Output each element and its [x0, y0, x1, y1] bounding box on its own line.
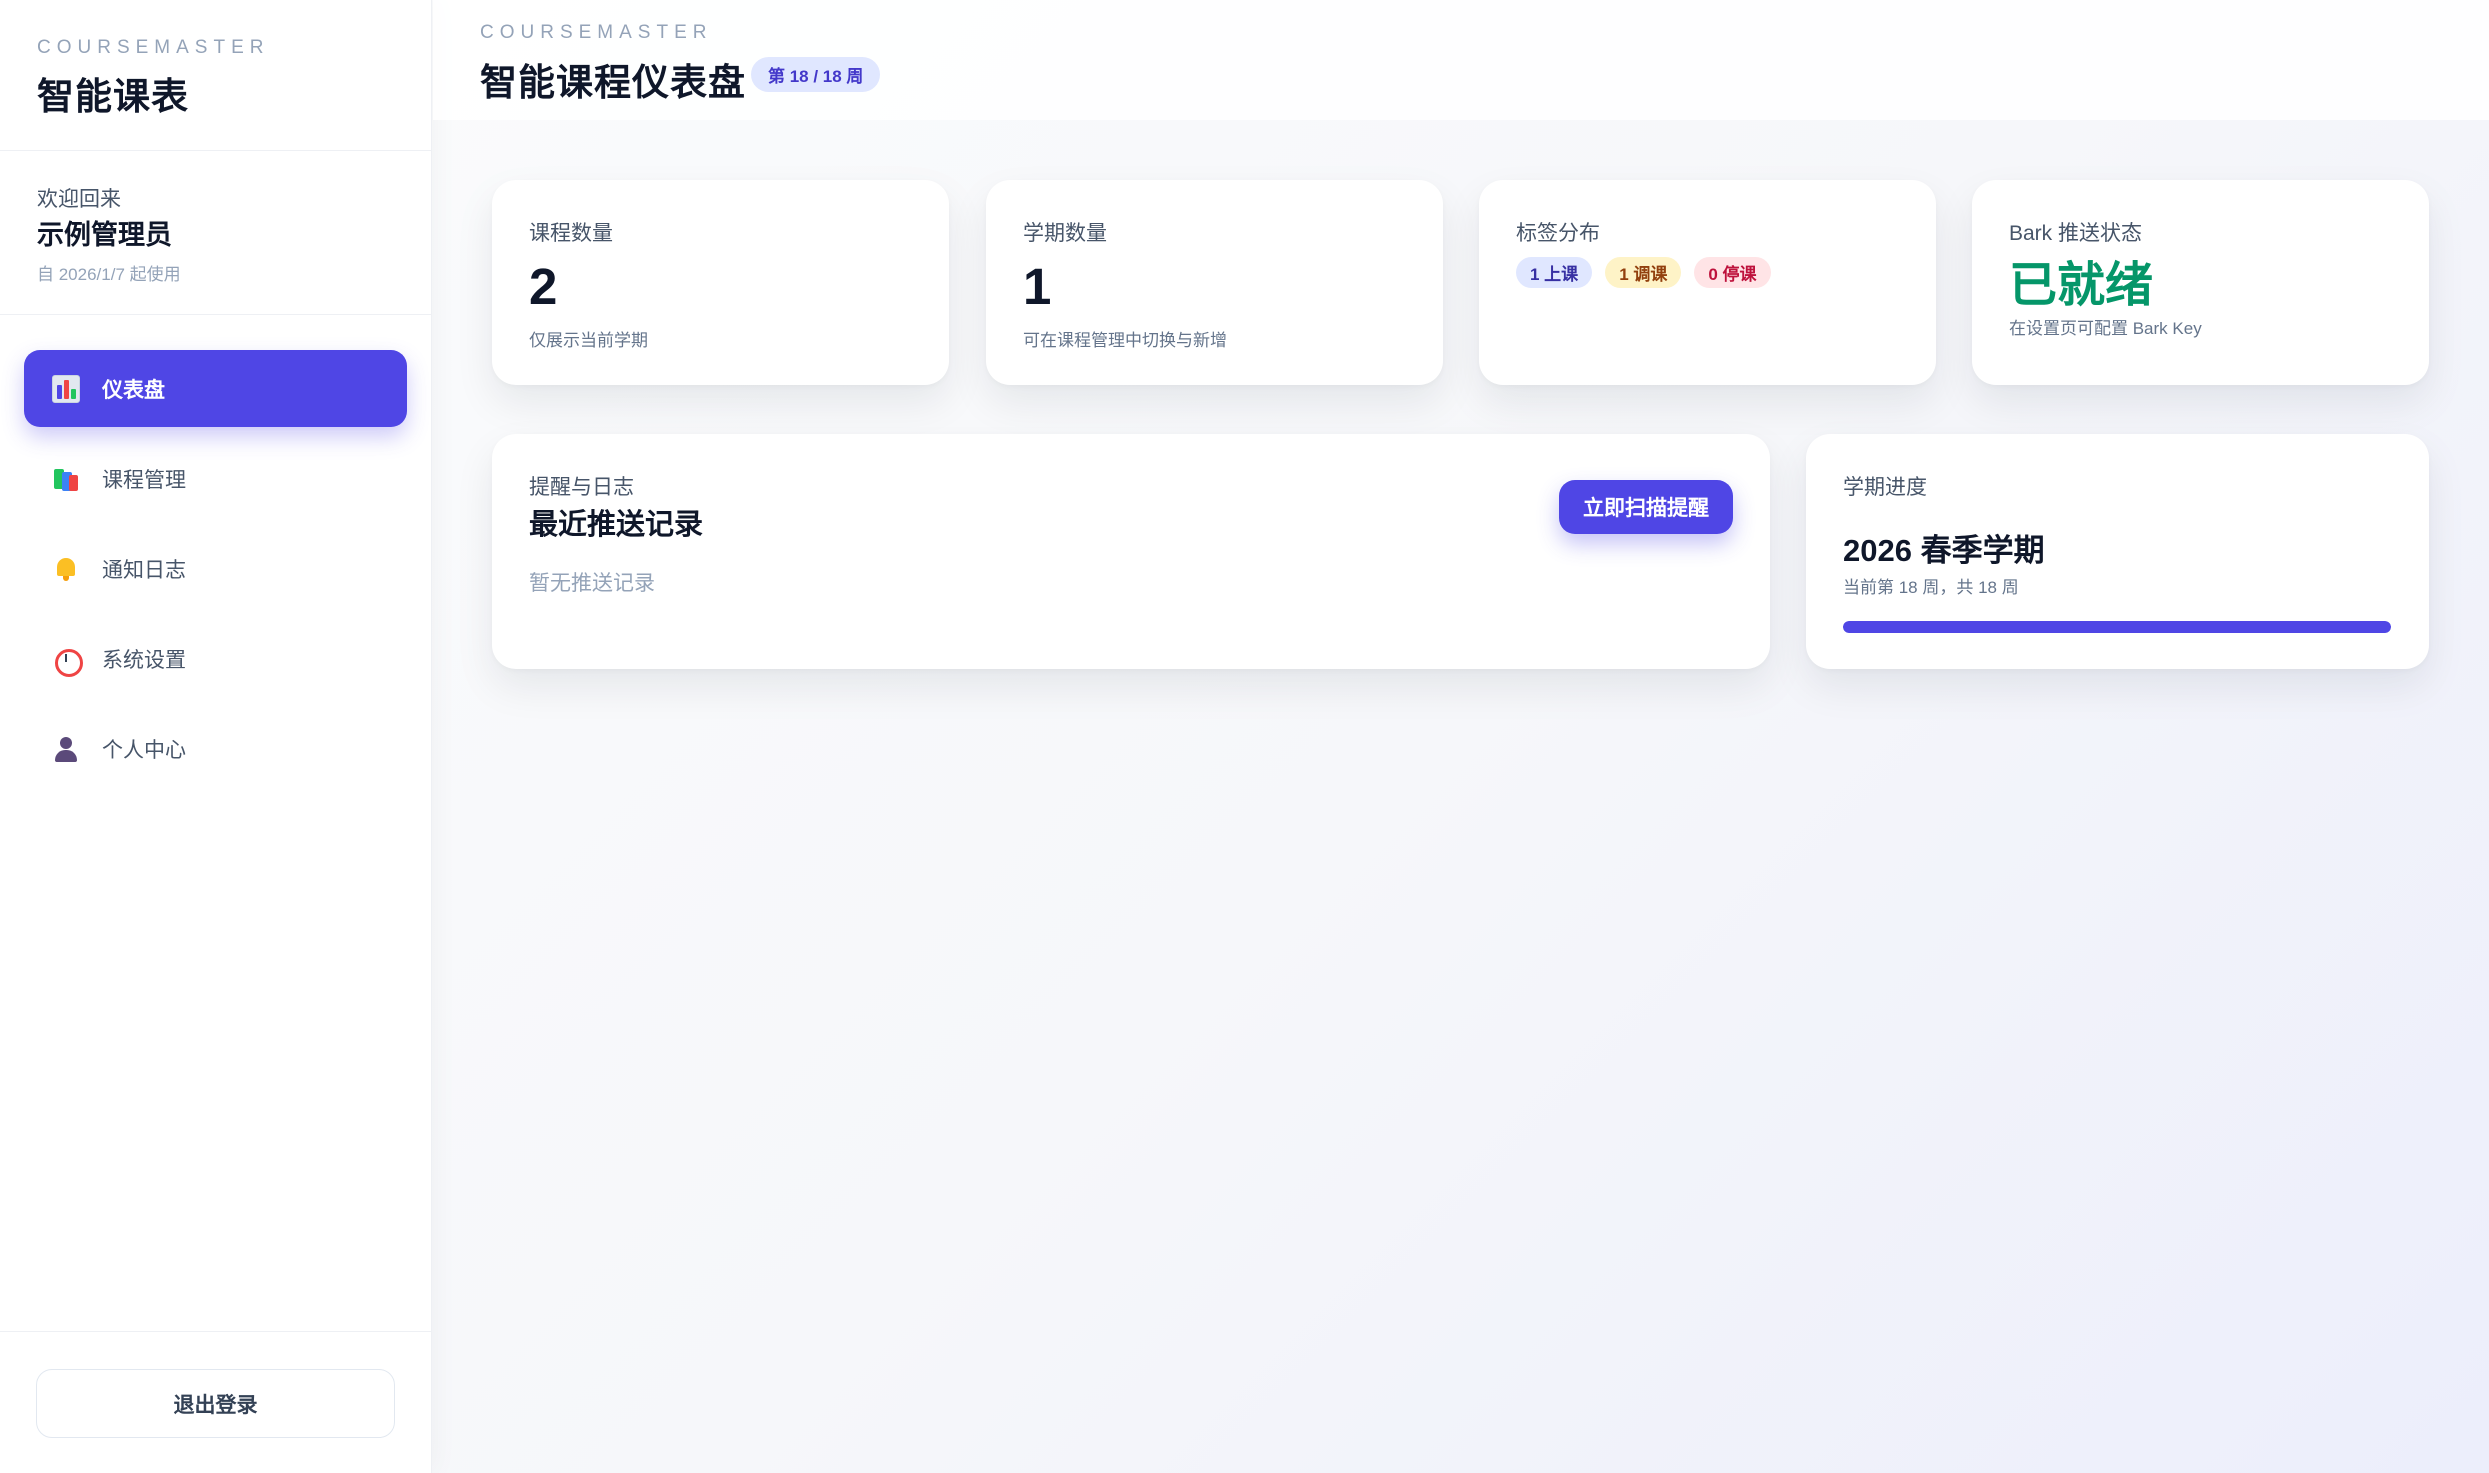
tag-reschedule-badge: 1 调课: [1605, 257, 1682, 288]
sidebar-item-label: 系统设置: [102, 648, 186, 672]
page-kicker: COURSEMASTER: [480, 22, 713, 43]
sidebar-item-settings[interactable]: 系统设置: [24, 620, 407, 697]
sidebar-nav: 仪表盘 课程管理 通知日志 系统设置 个人中心: [24, 350, 407, 800]
sidebar-item-label: 仪表盘: [102, 378, 165, 402]
bell-icon: [52, 555, 80, 583]
card-label: 提醒与日志: [529, 476, 634, 499]
bark-status-card: Bark 推送状态 已就绪 在设置页可配置 Bark Key: [1972, 180, 2429, 385]
brand-title: 智能课表: [37, 76, 189, 117]
page-title: 智能课程仪表盘: [480, 62, 746, 103]
brand-block: COURSEMASTER 智能课表: [0, 0, 432, 151]
empty-state: 暂无推送记录: [529, 572, 655, 595]
page-header: COURSEMASTER 智能课程仪表盘 第 18 / 18 周: [433, 0, 2489, 120]
chart-icon: [52, 374, 80, 403]
week-badge: 第 18 / 18 周: [751, 57, 881, 92]
card-label: 标签分布: [1516, 222, 1600, 245]
term-week-info: 当前第 18 周，共 18 周: [1843, 578, 2019, 597]
push-log-card: 提醒与日志 最近推送记录 暂无推送记录 立即扫描提醒: [492, 434, 1770, 669]
member-since: 自 2026/1/7 起使用: [37, 265, 181, 284]
alarm-clock-icon: [52, 645, 83, 677]
semester-progress-card: 学期进度 2026 春季学期 当前第 18 周，共 18 周: [1806, 434, 2429, 669]
tag-list: 1 上课 1 调课 0 停课: [1516, 257, 1771, 288]
sidebar-item-label: 课程管理: [102, 468, 186, 492]
card-label: 课程数量: [529, 222, 613, 245]
user-block: 欢迎回来 示例管理员 自 2026/1/7 起使用: [0, 151, 432, 315]
progress-bar: [1843, 621, 2391, 633]
card-hint: 在设置页可配置 Bark Key: [2009, 319, 2202, 338]
course-count-value: 2: [529, 258, 558, 315]
tag-cancelled-badge: 0 停课: [1694, 257, 1771, 288]
user-name: 示例管理员: [37, 220, 172, 250]
course-count-card: 课程数量 2 仅展示当前学期: [492, 180, 949, 385]
card-hint: 仅展示当前学期: [529, 331, 648, 350]
person-icon: [52, 735, 80, 763]
books-icon: [52, 465, 80, 493]
semester-count-card: 学期数量 1 可在课程管理中切换与新增: [986, 180, 1443, 385]
push-log-title: 最近推送记录: [529, 509, 704, 541]
logout-area: 退出登录: [0, 1331, 432, 1473]
logout-button[interactable]: 退出登录: [36, 1369, 395, 1438]
tag-class-badge: 1 上课: [1516, 257, 1593, 288]
term-name: 2026 春季学期: [1843, 533, 2045, 568]
scan-reminders-button[interactable]: 立即扫描提醒: [1559, 480, 1733, 534]
card-label: 学期进度: [1843, 476, 1927, 499]
progress-bar-fill: [1843, 621, 2391, 633]
bark-status-value: 已就绪: [2009, 259, 2154, 312]
card-label: Bark 推送状态: [2009, 222, 2143, 245]
semester-count-value: 1: [1023, 258, 1052, 315]
card-label: 学期数量: [1023, 222, 1107, 245]
sidebar-item-profile[interactable]: 个人中心: [24, 710, 407, 787]
brand-kicker: COURSEMASTER: [37, 37, 270, 58]
sidebar-item-label: 个人中心: [102, 738, 186, 762]
sidebar: COURSEMASTER 智能课表 欢迎回来 示例管理员 自 2026/1/7 …: [0, 0, 432, 1473]
sidebar-item-dashboard[interactable]: 仪表盘: [24, 350, 407, 427]
welcome-text: 欢迎回来: [37, 188, 121, 211]
tag-distribution-card: 标签分布 1 上课 1 调课 0 停课: [1479, 180, 1936, 385]
sidebar-item-courses[interactable]: 课程管理: [24, 440, 407, 517]
card-hint: 可在课程管理中切换与新增: [1023, 331, 1227, 350]
sidebar-item-notifications[interactable]: 通知日志: [24, 530, 407, 607]
sidebar-item-label: 通知日志: [102, 558, 186, 582]
